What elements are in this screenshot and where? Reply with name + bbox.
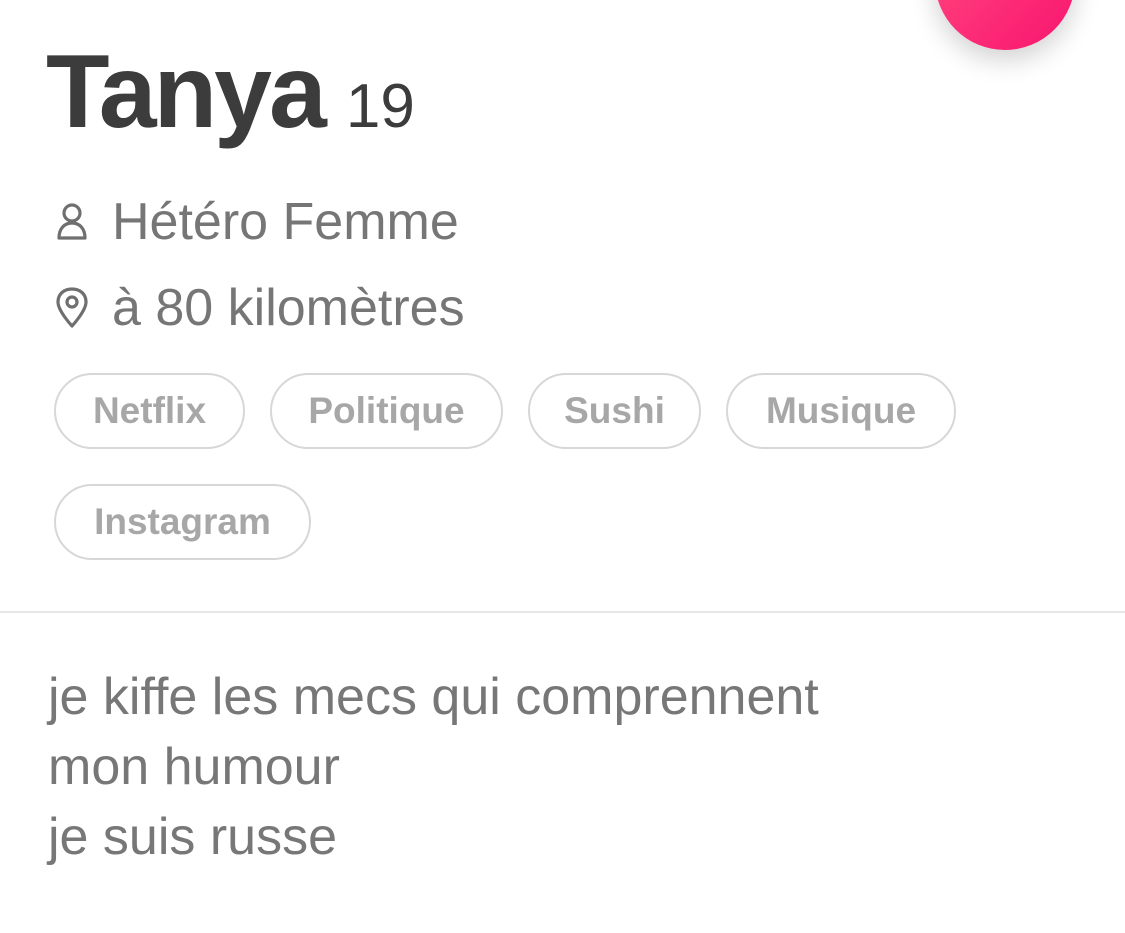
profile-card: Tanya 19 Hétéro Femme à 80 kilomètres Ne… <box>0 0 1125 933</box>
location-pin-icon <box>52 287 92 328</box>
interest-chip-politique[interactable]: Politique <box>270 373 503 449</box>
orientation-text: Hétéro Femme <box>112 193 459 251</box>
bio-line: je suis russe <box>48 808 337 866</box>
interest-chip-instagram[interactable]: Instagram <box>54 484 311 560</box>
bio-line: je kiffe les mecs qui comprennent <box>48 668 819 726</box>
person-icon <box>52 202 92 242</box>
section-divider <box>0 611 1125 613</box>
profile-age: 19 <box>345 72 415 141</box>
interest-chip-sushi[interactable]: Sushi <box>528 373 701 449</box>
interest-chip-netflix[interactable]: Netflix <box>54 373 245 449</box>
profile-header: Tanya 19 <box>46 40 415 150</box>
distance-text: à 80 kilomètres <box>112 279 465 337</box>
distance-row: à 80 kilomètres <box>52 276 465 340</box>
interest-chip-musique[interactable]: Musique <box>726 373 956 449</box>
orientation-row: Hétéro Femme <box>52 190 459 254</box>
profile-name: Tanya <box>46 34 327 150</box>
like-button[interactable] <box>935 0 1075 50</box>
bio-line: mon humour <box>48 738 340 796</box>
